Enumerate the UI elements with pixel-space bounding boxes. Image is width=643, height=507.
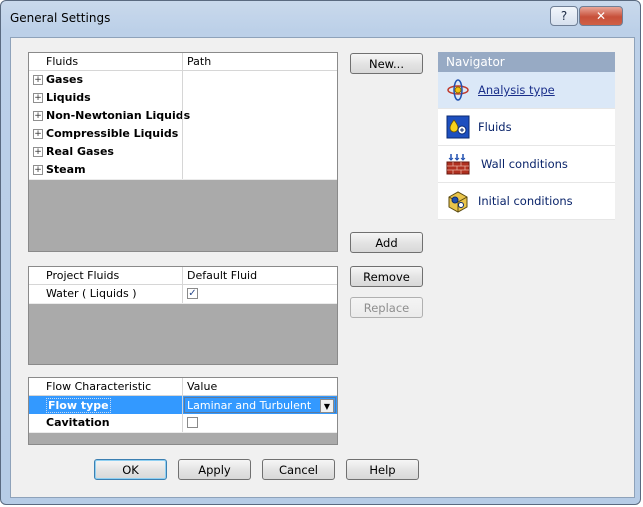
- wall-conditions-icon: [446, 152, 470, 176]
- fluid-group-label: Real Gases: [46, 145, 114, 158]
- navigator-panel: Navigator Analysis type Fluids Wall cond…: [438, 52, 615, 220]
- fluid-group-row[interactable]: + Compressible Liquids: [29, 125, 337, 144]
- fluid-group-row[interactable]: + Gases: [29, 71, 337, 90]
- flow-type-row[interactable]: Flow type Laminar and Turbulent ▼: [29, 396, 337, 415]
- fluid-group-row[interactable]: + Non-Newtonian Liquids: [29, 107, 337, 126]
- close-button[interactable]: ✕: [579, 6, 623, 26]
- fluid-group-label: Gases: [46, 73, 84, 86]
- column-divider: [182, 53, 183, 179]
- expand-icon[interactable]: +: [33, 147, 43, 157]
- cavitation-label: Cavitation: [46, 416, 110, 429]
- analysis-type-icon: [446, 78, 470, 102]
- default-fluid-checkbox[interactable]: ✓: [187, 288, 198, 299]
- fluids-empty-area: [29, 180, 337, 251]
- add-button[interactable]: Add: [350, 232, 423, 253]
- flow-characteristic-table: Flow Characteristic Value Flow type Lami…: [28, 377, 338, 445]
- column-divider: [182, 267, 183, 303]
- cavitation-checkbox[interactable]: [187, 417, 198, 428]
- fluids-column-header: Fluids: [46, 55, 79, 68]
- fluid-group-label: Non-Newtonian Liquids: [46, 109, 191, 122]
- fluid-group-row[interactable]: + Steam: [29, 161, 337, 180]
- new-button[interactable]: New...: [350, 53, 423, 74]
- nav-item-fluids[interactable]: Fluids: [438, 109, 615, 146]
- dialog-client-area: Fluids Path + Gases + Liquids + Non-Newt…: [10, 37, 635, 498]
- project-fluids-header: Project Fluids Default Fluid: [29, 267, 337, 285]
- cavitation-row[interactable]: Cavitation: [29, 414, 337, 433]
- project-fluids-column-header: Project Fluids: [46, 269, 120, 282]
- nav-item-initial-conditions[interactable]: Initial conditions: [438, 183, 615, 220]
- nav-item-label: Wall conditions: [481, 157, 568, 171]
- flow-type-label: Flow type: [46, 398, 111, 413]
- fluids-table-header: Fluids Path: [29, 53, 337, 71]
- nav-item-wall-conditions[interactable]: Wall conditions: [438, 146, 615, 183]
- expand-icon[interactable]: +: [33, 129, 43, 139]
- expand-icon[interactable]: +: [33, 93, 43, 103]
- fluid-group-row[interactable]: + Liquids: [29, 89, 337, 108]
- initial-conditions-icon: [446, 189, 470, 213]
- fluid-group-row[interactable]: + Real Gases: [29, 143, 337, 162]
- nav-item-analysis-type[interactable]: Analysis type: [438, 72, 615, 109]
- project-fluid-name: Water ( Liquids ): [46, 287, 137, 300]
- expand-icon[interactable]: +: [33, 165, 43, 175]
- apply-button[interactable]: Apply: [178, 459, 251, 480]
- general-settings-window: General Settings ? ✕ Fluids Path + Gases…: [0, 0, 641, 505]
- nav-item-label: Analysis type: [478, 83, 555, 97]
- fluids-table: Fluids Path + Gases + Liquids + Non-Newt…: [28, 52, 338, 252]
- project-fluids-empty-area: [29, 304, 337, 364]
- expand-icon[interactable]: +: [33, 75, 43, 85]
- flow-type-value: Laminar and Turbulent: [187, 399, 312, 412]
- flow-type-select[interactable]: Laminar and Turbulent ▼: [184, 397, 336, 413]
- value-column-header: Value: [187, 380, 218, 393]
- path-column-header: Path: [187, 55, 212, 68]
- project-fluid-row[interactable]: Water ( Liquids ) ✓: [29, 285, 337, 304]
- cancel-button[interactable]: Cancel: [262, 459, 335, 480]
- navigator-title: Navigator: [438, 52, 615, 72]
- help-button[interactable]: Help: [346, 459, 419, 480]
- fluid-group-label: Compressible Liquids: [46, 127, 179, 140]
- expand-icon[interactable]: +: [33, 111, 43, 121]
- chevron-down-icon[interactable]: ▼: [320, 399, 334, 413]
- column-divider: [182, 378, 183, 432]
- flow-characteristic-header: Flow Characteristic Value: [29, 378, 337, 396]
- fluid-group-label: Liquids: [46, 91, 91, 104]
- remove-button[interactable]: Remove: [350, 266, 423, 287]
- nav-item-label: Initial conditions: [478, 194, 573, 208]
- window-title: General Settings: [10, 11, 111, 25]
- replace-button[interactable]: Replace: [350, 297, 423, 318]
- project-fluids-table: Project Fluids Default Fluid Water ( Liq…: [28, 266, 338, 365]
- title-help-button[interactable]: ?: [550, 6, 578, 26]
- fluid-group-label: Steam: [46, 163, 86, 176]
- nav-item-label: Fluids: [478, 120, 512, 134]
- fluids-icon: [446, 115, 470, 139]
- ok-button[interactable]: OK: [94, 459, 167, 480]
- flow-empty-area: [29, 433, 337, 444]
- default-fluid-column-header: Default Fluid: [187, 269, 258, 282]
- flow-characteristic-column-header: Flow Characteristic: [46, 380, 152, 393]
